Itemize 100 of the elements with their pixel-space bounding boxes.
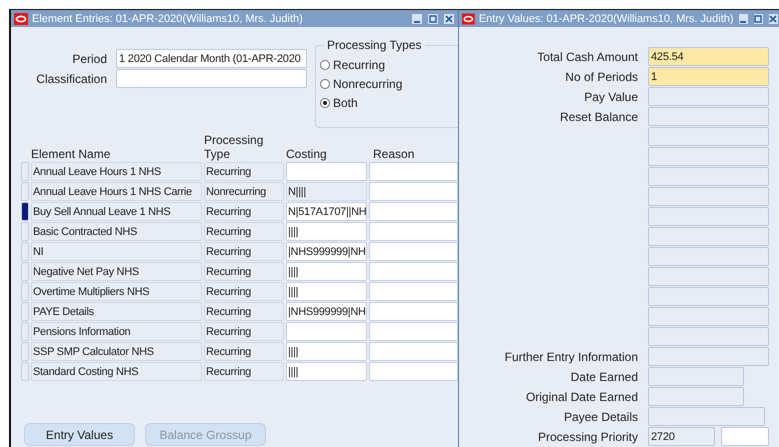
input-field[interactable] bbox=[648, 107, 769, 126]
table-cell: Overtime Multipliers NHS bbox=[31, 282, 202, 301]
minimize-icon[interactable] bbox=[738, 12, 749, 24]
action-button[interactable]: Entry Values bbox=[24, 423, 135, 446]
input-field[interactable] bbox=[648, 127, 769, 146]
table-cell[interactable] bbox=[369, 222, 458, 241]
field-label: Total Cash Amount bbox=[536, 50, 638, 64]
period-field[interactable]: 1 2020 Calendar Month (01-APR-2020 bbox=[116, 49, 307, 68]
input-field[interactable] bbox=[648, 207, 769, 226]
logo-icon bbox=[14, 12, 28, 24]
table-cell: N|||| bbox=[286, 182, 367, 201]
table-cell[interactable]: |||| bbox=[286, 342, 367, 361]
window-title: Element Entries: 01-APR-2020(Williams10, Mrs. Judith) bbox=[32, 12, 304, 24]
input-field[interactable] bbox=[648, 347, 769, 366]
table-cell[interactable] bbox=[369, 162, 458, 181]
table-cell: Recurring bbox=[204, 242, 284, 261]
table-cell[interactable] bbox=[369, 262, 458, 281]
input-field[interactable] bbox=[648, 187, 769, 206]
table-cell: Recurring bbox=[204, 342, 284, 361]
input-field[interactable] bbox=[648, 227, 769, 246]
table-cell[interactable]: |NHS999999|NH bbox=[286, 242, 367, 261]
input-field[interactable]: 2720 bbox=[648, 427, 715, 446]
column-header: Processing Type bbox=[204, 133, 264, 161]
table-cell: PAYE Details bbox=[31, 302, 202, 321]
input-field[interactable] bbox=[648, 387, 744, 406]
input-field[interactable]: 425.54 bbox=[648, 47, 769, 66]
close-icon[interactable] bbox=[443, 12, 455, 24]
field-label: No of Periods bbox=[564, 70, 638, 84]
table-cell[interactable]: |NHS999999|NH bbox=[286, 302, 367, 321]
field-label: Further Entry Information bbox=[504, 350, 638, 364]
table-cell: Annual Leave Hours 1 NHS Carrie bbox=[31, 182, 202, 201]
field-label: Processing Priority bbox=[536, 430, 638, 444]
radio-button[interactable] bbox=[320, 98, 330, 108]
table-cell[interactable] bbox=[369, 362, 458, 381]
table-cell: NI bbox=[31, 242, 202, 261]
radio-label[interactable]: Nonrecurring bbox=[333, 77, 402, 91]
input-field[interactable] bbox=[648, 167, 769, 186]
column-header: Reason bbox=[372, 147, 416, 161]
field-label: Payee Details bbox=[562, 410, 638, 424]
field-label: Period bbox=[71, 52, 107, 66]
input-field[interactable] bbox=[648, 327, 769, 346]
radio-label[interactable]: Recurring bbox=[333, 58, 386, 72]
table-cell: Buy Sell Annual Leave 1 NHS bbox=[31, 202, 202, 221]
table-cell[interactable] bbox=[369, 182, 458, 201]
table-cell[interactable] bbox=[369, 322, 458, 341]
table-cell[interactable] bbox=[369, 202, 458, 221]
field-label: Date Earned bbox=[570, 370, 638, 384]
radio-button[interactable] bbox=[320, 60, 330, 70]
classification-field[interactable] bbox=[116, 69, 307, 88]
close-icon[interactable] bbox=[768, 12, 779, 24]
table-cell: Pensions Information bbox=[31, 322, 202, 341]
table-cell[interactable] bbox=[369, 282, 458, 301]
table-cell: Recurring bbox=[204, 322, 284, 341]
radio-button[interactable] bbox=[320, 79, 330, 89]
table-cell[interactable] bbox=[369, 242, 458, 261]
table-cell: Standard Costing NHS bbox=[31, 362, 202, 381]
table-cell: Recurring bbox=[204, 222, 284, 241]
table-cell: Recurring bbox=[204, 282, 284, 301]
field-label: Original Date Earned bbox=[524, 390, 638, 404]
table-cell: Recurring bbox=[204, 302, 284, 321]
table-cell: Negative Net Pay NHS bbox=[31, 262, 202, 281]
table-cell[interactable]: |||| bbox=[286, 262, 367, 281]
input-field[interactable] bbox=[721, 427, 769, 446]
input-field[interactable] bbox=[648, 407, 765, 426]
input-field[interactable] bbox=[648, 87, 769, 106]
input-field[interactable] bbox=[648, 247, 769, 266]
table-cell: Recurring bbox=[204, 162, 284, 181]
table-cell: SSP SMP Calculator NHS bbox=[31, 342, 202, 361]
logo-icon bbox=[462, 12, 475, 24]
table-cell[interactable] bbox=[369, 302, 458, 321]
table-cell: Recurring bbox=[204, 262, 284, 281]
table-cell: Annual Leave Hours 1 NHS bbox=[31, 162, 202, 181]
table-cell[interactable]: |||| bbox=[286, 222, 367, 241]
table-cell[interactable]: |||| bbox=[286, 282, 367, 301]
field-label: Reset Balance bbox=[558, 110, 638, 124]
row-indicator[interactable] bbox=[21, 202, 29, 221]
group-title: Processing Types bbox=[324, 38, 424, 52]
input-field[interactable] bbox=[648, 307, 769, 326]
column-header: Costing bbox=[286, 147, 328, 161]
table-cell[interactable] bbox=[286, 162, 367, 181]
table-cell[interactable]: N|517A1707||NH bbox=[286, 202, 367, 221]
input-field[interactable] bbox=[648, 147, 769, 166]
input-field[interactable] bbox=[648, 367, 744, 386]
table-cell[interactable]: |||| bbox=[286, 362, 367, 381]
table-cell: Nonrecurring bbox=[204, 182, 284, 201]
minimize-icon[interactable] bbox=[411, 12, 423, 24]
input-field[interactable] bbox=[648, 287, 769, 306]
field-label: Classification bbox=[35, 72, 107, 86]
column-header: Element Name bbox=[31, 147, 112, 161]
maximize-icon[interactable] bbox=[427, 12, 439, 24]
table-cell: Basic Contracted NHS bbox=[31, 222, 202, 241]
window-title: Entry Values: 01-APR-2020(Williams10, Mrs. Judith) bbox=[478, 12, 734, 24]
table-cell[interactable] bbox=[369, 342, 458, 361]
table-cell[interactable] bbox=[286, 322, 367, 341]
input-field[interactable] bbox=[648, 267, 769, 286]
radio-label[interactable]: Both bbox=[333, 96, 358, 110]
table-cell: Recurring bbox=[204, 202, 284, 221]
field-label: Pay Value bbox=[583, 90, 638, 104]
maximize-icon[interactable] bbox=[752, 12, 764, 24]
input-field[interactable]: 1 bbox=[648, 67, 769, 86]
